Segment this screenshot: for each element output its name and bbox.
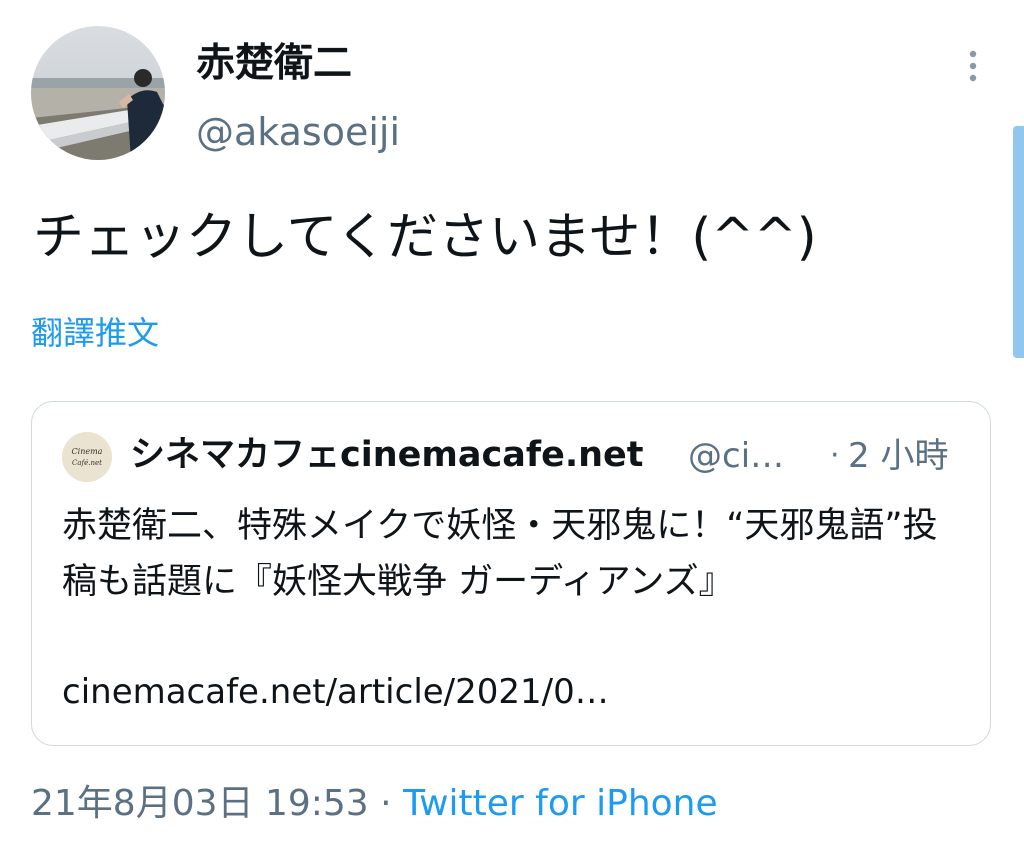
quoted-tweet-time[interactable]: 2 小時 — [848, 432, 948, 480]
tweet-source-link[interactable]: Twitter for iPhone — [403, 783, 718, 824]
quoted-tweet-text: 赤楚衛二、特殊メイクで妖怪・天邪鬼に！“天邪鬼語”投稿も話題に『妖怪大戦争 ガー… — [62, 506, 938, 602]
logo-text-bottom: Café.net — [72, 459, 102, 467]
quoted-account-avatar: Cinema Café.net — [62, 432, 112, 482]
scrollbar-thumb[interactable] — [1013, 126, 1024, 358]
author-display-name[interactable]: 赤楚衛二 — [196, 40, 352, 88]
more-vertical-icon — [969, 50, 977, 82]
cinemacafe-logo-icon: Cinema Café.net — [62, 432, 112, 482]
tweet-timestamp[interactable]: 21年8月03日 19:53 — [31, 783, 369, 824]
meta-separator: · — [380, 783, 392, 824]
tweet-text: チェックしてくださいませ！(^^) — [33, 208, 817, 267]
tweet-meta: 21年8月03日 19:53 · Twitter for iPhone — [31, 778, 718, 830]
logo-text-top: Cinema — [72, 447, 103, 456]
author-avatar[interactable] — [31, 26, 165, 160]
quoted-tweet-header: シネマカフェcinemacafe.net @ci… · 2 小時 — [130, 430, 970, 482]
avatar-photo — [31, 26, 165, 160]
quoted-header-separator: · — [830, 438, 840, 473]
quoted-account-handle[interactable]: @ci… — [688, 432, 784, 480]
translate-tweet-link[interactable]: 翻譯推文 — [31, 311, 159, 355]
quoted-tweet-link[interactable]: cinemacafe.net/article/2021/0… — [62, 667, 609, 717]
quoted-account-name[interactable]: シネマカフェcinemacafe.net — [130, 430, 644, 480]
author-handle[interactable]: @akasoeiji — [196, 108, 400, 156]
quoted-tweet-card[interactable]: Cinema Café.net シネマカフェcinemacafe.net @ci… — [31, 401, 991, 746]
more-options-button[interactable] — [958, 46, 988, 86]
